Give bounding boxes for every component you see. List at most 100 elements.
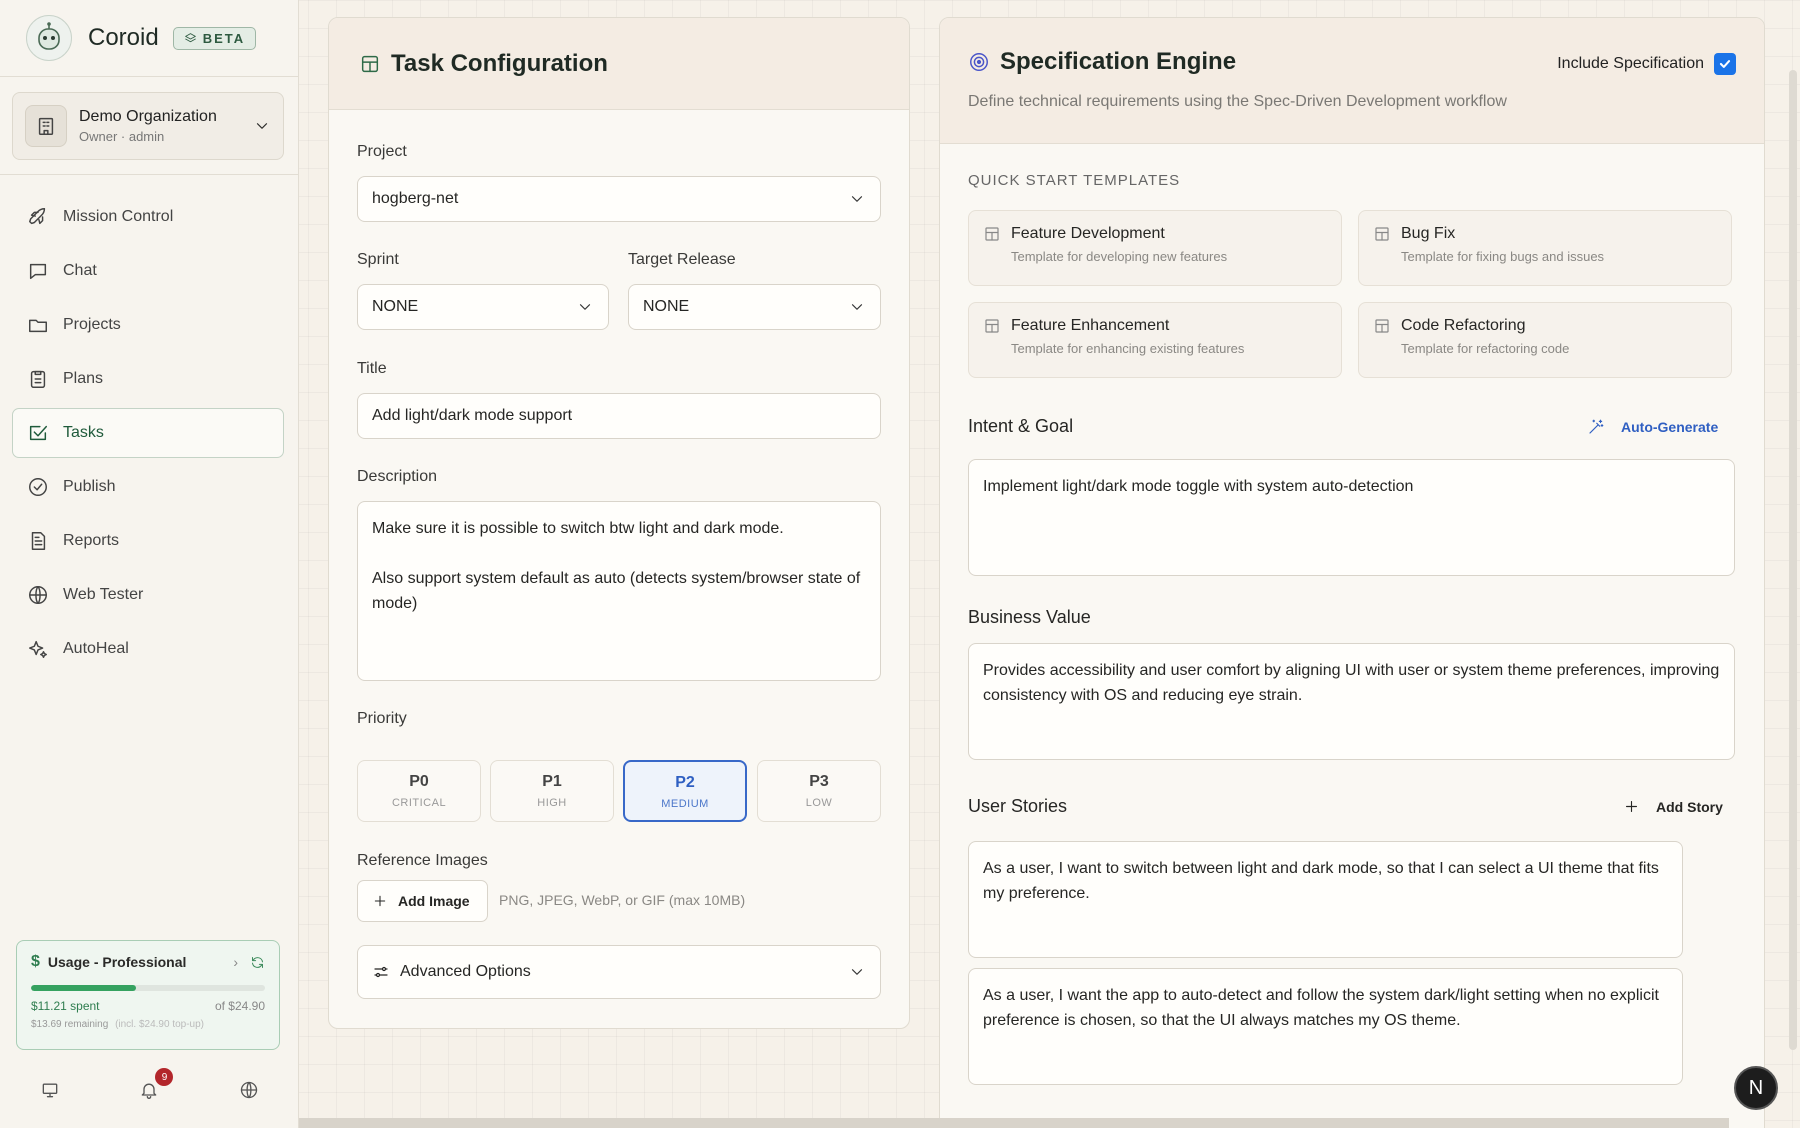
reference-images-label: Reference Images	[357, 852, 488, 869]
magic-wand-icon	[1589, 419, 1604, 434]
checkmark-icon	[1719, 60, 1731, 68]
sprint-value: NONE	[372, 298, 419, 315]
template-title: Code Refactoring	[1401, 317, 1526, 334]
task-configuration-header: Task Configuration	[329, 18, 909, 110]
sidebar-item-plans[interactable]: Plans	[12, 354, 284, 404]
template-desc: Template for enhancing existing features	[1011, 341, 1245, 356]
sidebar-item-label: AutoHeal	[63, 640, 129, 657]
plus-icon	[1625, 800, 1638, 813]
check-circle-icon	[29, 478, 47, 496]
specification-engine-card: Specification Engine Define technical re…	[939, 17, 1765, 1128]
sidebar-item-chat[interactable]: Chat	[12, 246, 284, 296]
chevron-down-icon	[256, 123, 268, 129]
intent-goal-textarea[interactable]: Implement light/dark mode toggle with sy…	[968, 459, 1735, 576]
globe-icon	[29, 586, 47, 604]
template-feature-enhancement[interactable]: Feature Enhancement Template for enhanci…	[968, 302, 1342, 378]
dev-tools-badge[interactable]: N	[1734, 1066, 1778, 1110]
business-value-textarea[interactable]: Provides accessibility and user comfort …	[968, 643, 1735, 760]
user-story-textarea[interactable]: As a user, I want to switch between ligh…	[968, 841, 1683, 958]
project-select[interactable]: hogberg-net	[357, 176, 881, 222]
sidebar-item-autoheal[interactable]: AutoHeal	[12, 624, 284, 674]
chevron-right-icon[interactable]: ›	[233, 954, 238, 970]
chat-icon	[29, 263, 47, 280]
chevron-down-icon	[851, 304, 863, 310]
priority-name: LOW	[805, 797, 833, 809]
rocket-icon	[29, 208, 46, 225]
beta-badge: BETA	[172, 26, 257, 50]
notifications-button[interactable]: 9	[139, 1068, 174, 1100]
priority-code: P0	[409, 773, 429, 790]
title-input[interactable]: Add light/dark mode support	[357, 393, 881, 439]
project-label: Project	[357, 143, 407, 160]
template-title: Bug Fix	[1401, 225, 1456, 242]
usage-remaining: $13.69 remaining (incl. $24.90 top-up)	[31, 1019, 265, 1030]
priority-option-p1[interactable]: P1 HIGH	[490, 760, 614, 822]
sidebar-item-web-tester[interactable]: Web Tester	[12, 570, 284, 620]
task-configuration-card: Task Configuration Project hogberg-net S…	[328, 17, 910, 1029]
business-value-label: Business Value	[968, 607, 1091, 627]
org-switcher[interactable]: Demo Organization Owner · admin	[12, 92, 284, 160]
document-icon	[31, 532, 46, 550]
usage-title: Usage - Professional	[47, 954, 187, 970]
monitor-icon[interactable]	[40, 1080, 60, 1100]
template-feature-development[interactable]: Feature Development Template for develop…	[968, 210, 1342, 286]
sidebar-item-tasks[interactable]: Tasks	[12, 408, 284, 458]
priority-option-p3[interactable]: P3 LOW	[757, 760, 881, 822]
template-desc: Template for refactoring code	[1401, 341, 1570, 356]
divider	[0, 174, 299, 175]
sidebar-item-label: Publish	[63, 478, 116, 495]
add-story-button[interactable]: Add Story	[1623, 798, 1723, 815]
vertical-scrollbar[interactable]	[1789, 70, 1797, 1050]
chevron-down-icon	[851, 969, 863, 975]
template-bug-fix[interactable]: Bug Fix Template for fixing bugs and iss…	[1358, 210, 1732, 286]
usage-card[interactable]: $ Usage - Professional › $11.21 spent of…	[16, 940, 280, 1050]
usage-spent: $11.21 spent	[31, 999, 100, 1013]
add-story-label: Add Story	[1656, 798, 1723, 815]
priority-code: P2	[675, 774, 695, 791]
include-specification-checkbox[interactable]	[1714, 53, 1736, 75]
sidebar-item-projects[interactable]: Projects	[12, 300, 284, 350]
include-specification-toggle[interactable]: Include Specification	[1557, 53, 1736, 75]
sidebar-item-mission-control[interactable]: Mission Control	[12, 192, 284, 242]
sidebar-item-label: Web Tester	[63, 586, 144, 603]
sidebar-item-label: Mission Control	[63, 208, 174, 225]
sliders-icon	[374, 966, 388, 978]
sprint-select[interactable]: NONE	[357, 284, 609, 330]
horizontal-scrollbar[interactable]	[299, 1118, 1729, 1128]
sidebar-footer: 9	[0, 1068, 299, 1110]
sparkles-icon	[29, 640, 47, 658]
user-story-textarea[interactable]: As a user, I want the app to auto-detect…	[968, 968, 1683, 1085]
language-globe-icon[interactable]	[239, 1080, 259, 1100]
sidebar-item-reports[interactable]: Reports	[12, 516, 284, 566]
usage-progress-bar	[31, 985, 265, 991]
template-desc: Template for developing new features	[1011, 249, 1228, 264]
notification-badge: 9	[155, 1068, 174, 1086]
title-label: Title	[357, 360, 387, 377]
sidebar-nav: Mission Control Chat Projects Plans Task…	[12, 192, 284, 678]
user-stories-label: User Stories	[968, 796, 1068, 816]
usage-progress-fill	[31, 985, 137, 991]
refresh-icon[interactable]	[250, 955, 265, 970]
priority-option-p2[interactable]: P2 MEDIUM	[623, 760, 747, 822]
chevron-down-icon	[579, 304, 591, 310]
sprint-label: Sprint	[357, 251, 399, 268]
quick-start-caption: QUICK START TEMPLATES	[968, 172, 1181, 189]
template-code-refactoring[interactable]: Code Refactoring Template for refactorin…	[1358, 302, 1732, 378]
priority-option-p0[interactable]: P0 CRITICAL	[357, 760, 481, 822]
sidebar-item-publish[interactable]: Publish	[12, 462, 284, 512]
add-image-button[interactable]: Add Image	[357, 880, 488, 922]
template-icon	[1375, 319, 1389, 333]
title-value: Add light/dark mode support	[372, 407, 573, 424]
robot-logo-icon[interactable]	[26, 15, 72, 61]
template-icon	[985, 319, 999, 333]
app-name: Coroid	[88, 24, 159, 51]
org-name: Demo Organization	[79, 108, 217, 125]
brand-header: Coroid BETA	[0, 0, 298, 77]
advanced-options-toggle[interactable]: Advanced Options	[357, 945, 881, 999]
auto-generate-button[interactable]: Auto-Generate	[1587, 418, 1718, 436]
advanced-options-label: Advanced Options	[400, 963, 531, 980]
description-textarea[interactable]: Make sure it is possible to switch btw l…	[357, 501, 881, 681]
add-image-label: Add Image	[398, 893, 470, 909]
target-release-select[interactable]: NONE	[628, 284, 881, 330]
building-icon	[25, 105, 67, 147]
